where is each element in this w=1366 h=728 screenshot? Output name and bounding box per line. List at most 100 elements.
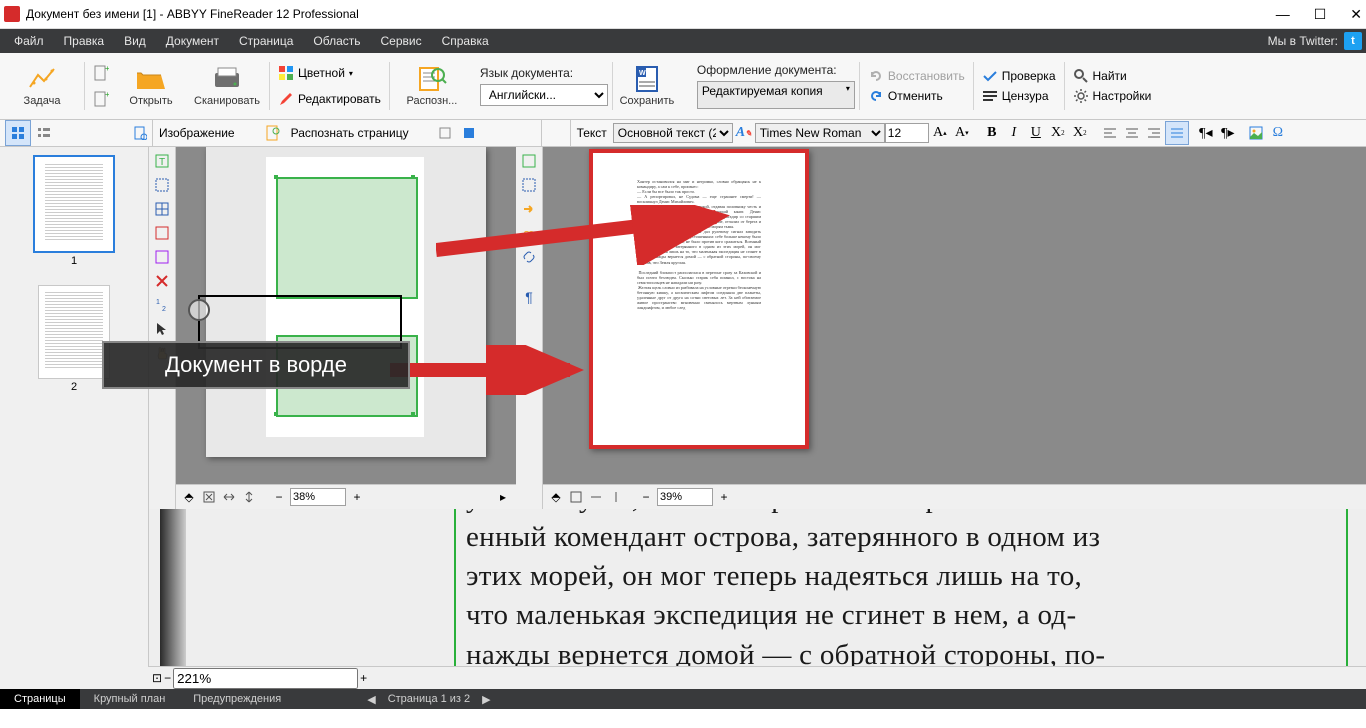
- area-table-icon[interactable]: [152, 199, 172, 219]
- img-fit-width-icon[interactable]: [220, 488, 238, 506]
- text-sel-icon[interactable]: [519, 175, 539, 195]
- settings-button[interactable]: Настройки: [1069, 86, 1156, 106]
- menu-file[interactable]: Файл: [4, 34, 54, 48]
- edit-button[interactable]: Редактировать: [274, 86, 385, 112]
- increase-font-icon[interactable]: A▴: [929, 122, 951, 144]
- area-text-icon[interactable]: T: [152, 151, 172, 171]
- img-fit-height-icon[interactable]: [240, 488, 258, 506]
- maximize-button[interactable]: ☐: [1314, 6, 1327, 23]
- txt-fit-page-icon[interactable]: [567, 488, 585, 506]
- font-select[interactable]: Times New Roman: [755, 123, 885, 143]
- italic-button[interactable]: I: [1003, 122, 1025, 144]
- view-list-icon[interactable]: [32, 121, 56, 145]
- status-prev-icon[interactable]: ◀: [355, 693, 387, 706]
- align-right-icon[interactable]: [1143, 122, 1165, 144]
- status-tab-closeup[interactable]: Крупный план: [80, 689, 180, 709]
- view-thumbs-icon[interactable]: [5, 120, 31, 146]
- recognize-page-label[interactable]: Распознать страницу: [285, 126, 415, 140]
- txt-zoom-value[interactable]: [657, 488, 713, 506]
- menu-page[interactable]: Страница: [229, 34, 303, 48]
- img-tool1-icon[interactable]: [433, 121, 457, 145]
- menu-help[interactable]: Справка: [432, 34, 499, 48]
- preview-zoom-out[interactable]: −: [164, 671, 171, 685]
- image-pane[interactable]: ⬘ − + ▸: [176, 147, 516, 509]
- menu-view[interactable]: Вид: [114, 34, 156, 48]
- secondary-toolbar: Изображение Распознать страницу Текст Ос…: [0, 120, 1366, 147]
- format-select[interactable]: Редактируемая копия ▾: [697, 81, 855, 109]
- find-button[interactable]: Найти: [1069, 66, 1156, 86]
- close-button[interactable]: ✕: [1350, 6, 1362, 23]
- status-next-icon[interactable]: ▶: [470, 693, 502, 706]
- close-up-pane[interactable]: ультиматумы, не было против кого сражать…: [0, 509, 1366, 689]
- bold-button[interactable]: B: [981, 122, 1003, 144]
- style-select[interactable]: Основной текст (2): [613, 123, 733, 143]
- superscript-button[interactable]: X2: [1047, 122, 1069, 144]
- txt-fit-height-icon[interactable]: [607, 488, 625, 506]
- align-left-icon[interactable]: [1099, 122, 1121, 144]
- symbol-button[interactable]: Ω: [1267, 122, 1289, 144]
- img-zoom-out[interactable]: −: [270, 488, 288, 506]
- decrease-font-icon[interactable]: A▾: [951, 122, 973, 144]
- svg-text:T: T: [159, 157, 165, 168]
- txt-fit-up-icon[interactable]: ⬘: [547, 488, 565, 506]
- save-button[interactable]: W Сохранить: [617, 57, 677, 115]
- annotation-callout: Документ в ворде: [102, 341, 410, 389]
- pointer-icon[interactable]: [152, 319, 172, 339]
- open-button[interactable]: Открыть: [113, 57, 189, 115]
- recognize-page-icon[interactable]: [261, 121, 285, 145]
- menu-area[interactable]: Область: [303, 34, 370, 48]
- img-tool2-icon[interactable]: [457, 121, 481, 145]
- img-scroll-right[interactable]: ▸: [494, 488, 512, 506]
- img-fit-up-icon[interactable]: ⬘: [180, 488, 198, 506]
- text-area-icon[interactable]: [519, 151, 539, 171]
- underline-button[interactable]: U: [1025, 122, 1047, 144]
- check-button[interactable]: Проверка: [978, 66, 1060, 86]
- app-logo-icon: [4, 6, 20, 22]
- color-button[interactable]: Цветной▾: [274, 60, 385, 86]
- insert-image-icon[interactable]: [1245, 122, 1267, 144]
- txt-zoom-in[interactable]: +: [715, 488, 733, 506]
- minimize-button[interactable]: —: [1276, 6, 1290, 23]
- menu-document[interactable]: Документ: [156, 34, 229, 48]
- page-add2-icon[interactable]: +: [89, 86, 113, 112]
- preview-zoom-in[interactable]: +: [360, 671, 367, 685]
- recognize-button[interactable]: Распозн...: [394, 57, 470, 115]
- font-size-input[interactable]: [885, 123, 929, 143]
- area-image-icon[interactable]: [152, 223, 172, 243]
- align-justify-icon[interactable]: [1165, 121, 1189, 145]
- thumbnail-1[interactable]: [33, 155, 115, 253]
- img-zoom-value[interactable]: [290, 488, 346, 506]
- restore-button[interactable]: Восстановить: [864, 66, 969, 86]
- thumbnail-2[interactable]: [38, 285, 110, 379]
- img-zoom-in[interactable]: +: [348, 488, 366, 506]
- txt-zoom-out[interactable]: −: [637, 488, 655, 506]
- style-edit-icon[interactable]: A✎: [733, 122, 755, 144]
- status-tab-warnings[interactable]: Предупреждения: [179, 689, 295, 709]
- area-delete-icon[interactable]: [152, 271, 172, 291]
- rtl-icon[interactable]: ¶◂: [1195, 122, 1217, 144]
- txt-fit-width-icon[interactable]: [587, 488, 605, 506]
- subscript-button[interactable]: X2: [1069, 122, 1091, 144]
- scan-button[interactable]: Сканировать: [189, 57, 265, 115]
- preview-fit-icon[interactable]: ⊡: [152, 671, 162, 685]
- preview-zoom-value[interactable]: [173, 668, 358, 689]
- align-center-icon[interactable]: [1121, 122, 1143, 144]
- area-barcode-icon[interactable]: [152, 247, 172, 267]
- status-tab-pages[interactable]: Страницы: [0, 689, 80, 709]
- text-pilcrow-icon[interactable]: ¶: [519, 287, 539, 307]
- text-pane[interactable]: Хантер остановился на миг и негромко, сл…: [543, 147, 1366, 509]
- menu-edit[interactable]: Правка: [54, 34, 115, 48]
- area-order-icon[interactable]: 12: [152, 295, 172, 315]
- cancel-button[interactable]: Отменить: [864, 86, 969, 106]
- ltr-icon[interactable]: ¶▸: [1217, 122, 1239, 144]
- svg-text:2: 2: [162, 306, 166, 313]
- img-fit-page-icon[interactable]: [200, 488, 218, 506]
- menu-service[interactable]: Сервис: [371, 34, 432, 48]
- page-options-icon[interactable]: [128, 121, 152, 145]
- doc-lang-select[interactable]: Английски...: [480, 84, 608, 106]
- page-add-icon[interactable]: +: [89, 60, 113, 86]
- task-button[interactable]: Задача: [4, 57, 80, 115]
- area-selection-icon[interactable]: [152, 175, 172, 195]
- censor-button[interactable]: Цензура: [978, 86, 1060, 106]
- twitter-icon[interactable]: t: [1344, 32, 1362, 50]
